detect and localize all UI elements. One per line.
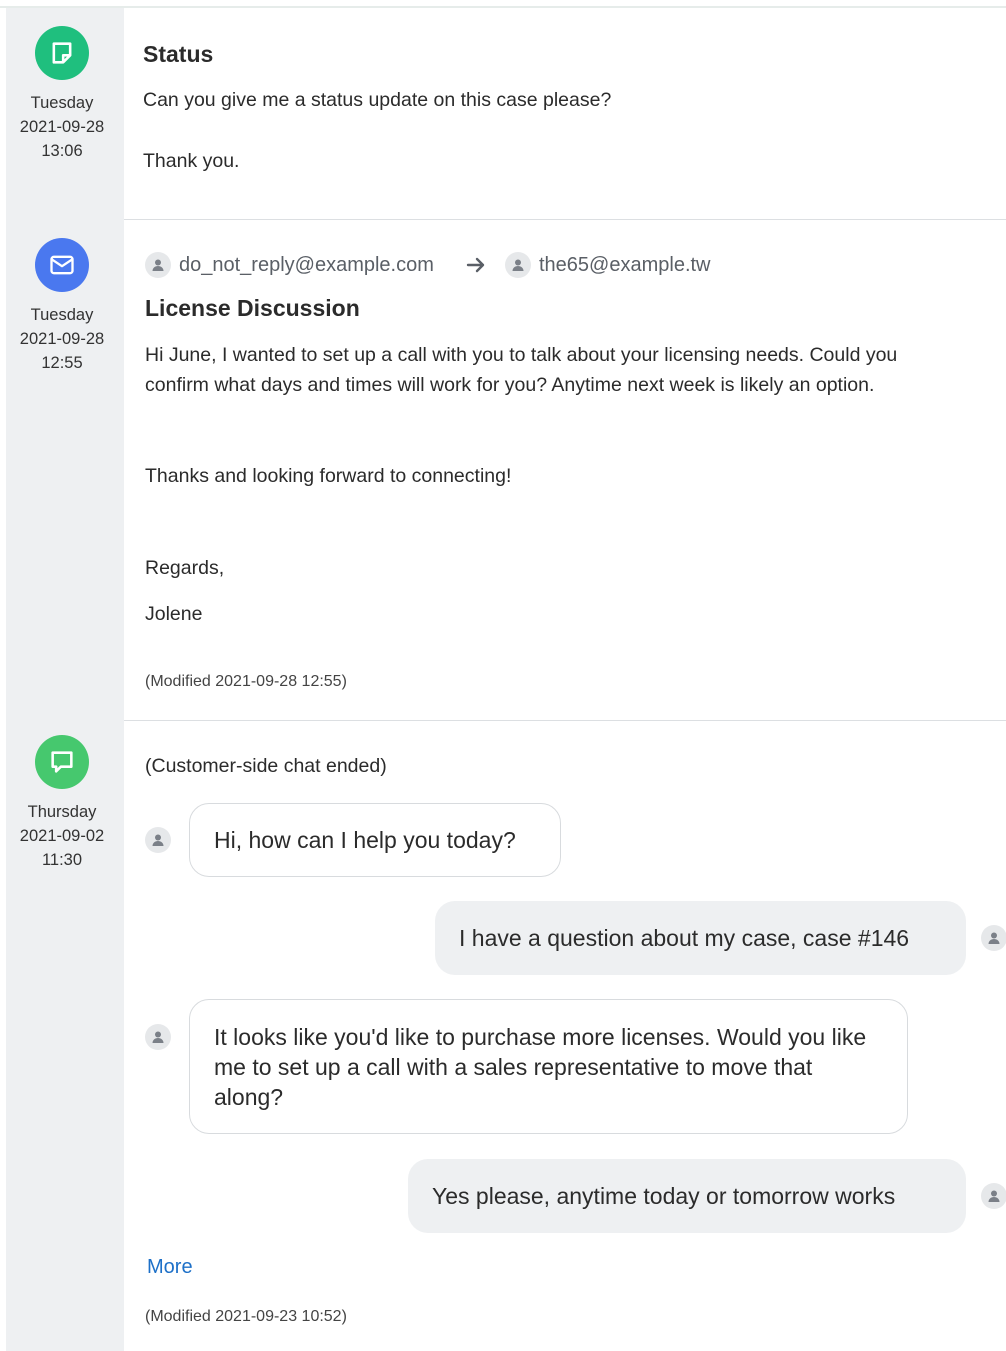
entry-day: Tuesday <box>30 306 94 324</box>
person-icon <box>145 252 171 278</box>
customer-avatar-icon <box>981 925 1006 951</box>
entry-date: 2021-09-28 <box>19 118 105 136</box>
arrow-right-icon <box>466 257 485 273</box>
note-title: Status <box>143 41 214 67</box>
entry-day: Thursday <box>27 803 97 821</box>
chat-message-text: Hi, how can I help you today? <box>214 827 516 853</box>
modified-timestamp: (Modified 2021-09-28 12:55) <box>145 673 347 690</box>
chat-message-agent: Hi, how can I help you today? <box>189 803 561 877</box>
agent-avatar-icon <box>145 1024 171 1050</box>
chat-message-text: I have a question about my case, case #1… <box>459 925 910 951</box>
modified-timestamp: (Modified 2021-09-23 10:52) <box>145 1308 347 1325</box>
entry-divider <box>124 219 1006 220</box>
top-border <box>0 6 1006 8</box>
chat-message-text: It looks like you'd like to purchase mor… <box>214 1023 867 1110</box>
email-closing: Thanks and looking forward to connecting… <box>145 465 512 487</box>
person-icon <box>505 252 531 278</box>
note-body-line: Thank you. <box>143 150 240 172</box>
more-link[interactable]: More <box>147 1256 193 1279</box>
agent-avatar-icon <box>145 827 171 853</box>
email-sender[interactable]: do_not_reply@example.com <box>145 251 434 279</box>
entry-timestamp: Tuesday 2021-09-28 12:55 <box>6 303 118 375</box>
entry-date: 2021-09-28 <box>19 330 105 348</box>
entry-divider <box>124 720 1006 721</box>
entry-time: 11:30 <box>41 851 83 869</box>
customer-avatar-icon <box>981 1183 1006 1209</box>
envelope-icon <box>35 238 89 292</box>
email-signature: Jolene <box>145 603 203 625</box>
chat-status: (Customer-side chat ended) <box>145 755 387 777</box>
email-body-line: confirm what days and times will work fo… <box>145 374 875 396</box>
chat-message-agent: It looks like you'd like to purchase mor… <box>189 999 908 1134</box>
email-to-address: the65@example.tw <box>539 253 711 276</box>
email-subject: License Discussion <box>145 295 360 321</box>
entry-date: 2021-09-02 <box>19 827 105 845</box>
email-body-line: Hi June, I wanted to set up a call with … <box>145 344 898 366</box>
timeline-rail <box>6 8 124 1351</box>
email-regards: Regards, <box>145 557 225 579</box>
email-recipient[interactable]: the65@example.tw <box>505 251 711 279</box>
entry-timestamp: Thursday 2021-09-02 11:30 <box>6 800 118 872</box>
note-icon <box>35 26 89 80</box>
entry-timestamp: Tuesday 2021-09-28 13:06 <box>6 91 118 163</box>
chat-message-customer: Yes please, anytime today or tomorrow wo… <box>408 1159 966 1233</box>
chat-bubble-icon <box>35 735 89 789</box>
chat-message-text: Yes please, anytime today or tomorrow wo… <box>432 1183 896 1209</box>
entry-time: 12:55 <box>41 354 83 372</box>
chat-message-customer: I have a question about my case, case #1… <box>435 901 966 975</box>
entry-day: Tuesday <box>30 94 94 112</box>
email-from-address: do_not_reply@example.com <box>179 253 434 276</box>
note-body-line: Can you give me a status update on this … <box>143 89 612 111</box>
entry-time: 13:06 <box>41 142 83 160</box>
